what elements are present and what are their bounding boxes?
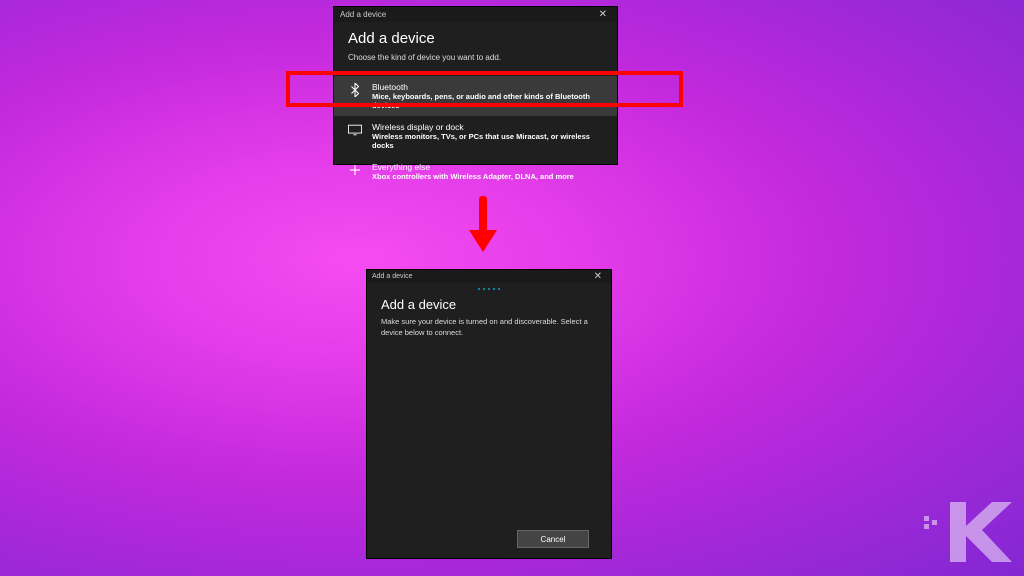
- cancel-button-label: Cancel: [541, 535, 566, 544]
- watermark-logo: [922, 498, 1012, 568]
- add-device-dialog-step2: Add a device ✕ Add a device Make sure yo…: [366, 269, 612, 559]
- option-desc: Wireless monitors, TVs, or PCs that use …: [372, 132, 603, 150]
- option-wireless-display[interactable]: Wireless display or dock Wireless monito…: [334, 116, 617, 156]
- option-title: Everything else: [372, 162, 603, 172]
- bluetooth-icon: [348, 83, 362, 97]
- dialog-subtext: Make sure your device is turned on and d…: [381, 317, 597, 338]
- option-desc: Xbox controllers with Wireless Adapter, …: [372, 172, 603, 181]
- option-title: Wireless display or dock: [372, 122, 603, 132]
- option-everything-else[interactable]: Everything else Xbox controllers with Wi…: [334, 156, 617, 187]
- option-text: Bluetooth Mice, keyboards, pens, or audi…: [372, 82, 603, 110]
- titlebar: Add a device ✕: [367, 270, 611, 283]
- dialog-body: Add a device Make sure your device is tu…: [367, 283, 611, 352]
- plus-icon: [348, 163, 362, 177]
- progress-indicator: [478, 288, 500, 290]
- close-icon[interactable]: ✕: [595, 9, 611, 20]
- close-icon[interactable]: ✕: [590, 271, 606, 282]
- titlebar: Add a device ✕: [334, 7, 617, 22]
- option-text: Everything else Xbox controllers with Wi…: [372, 162, 603, 181]
- dialog-body: Add a device Choose the kind of device y…: [334, 22, 617, 76]
- add-device-dialog-step1: Add a device ✕ Add a device Choose the k…: [333, 6, 618, 165]
- display-icon: [348, 123, 362, 137]
- dialog-heading: Add a device: [381, 297, 597, 312]
- cancel-button[interactable]: Cancel: [517, 530, 589, 548]
- option-bluetooth[interactable]: Bluetooth Mice, keyboards, pens, or audi…: [334, 76, 617, 116]
- titlebar-text: Add a device: [340, 10, 386, 19]
- option-desc: Mice, keyboards, pens, or audio and othe…: [372, 92, 603, 110]
- dialog-subtext: Choose the kind of device you want to ad…: [348, 53, 603, 62]
- titlebar-text: Add a device: [372, 273, 412, 280]
- dialog-heading: Add a device: [348, 30, 603, 47]
- option-text: Wireless display or dock Wireless monito…: [372, 122, 603, 150]
- option-title: Bluetooth: [372, 82, 603, 92]
- annotation-arrow-down: [471, 196, 495, 256]
